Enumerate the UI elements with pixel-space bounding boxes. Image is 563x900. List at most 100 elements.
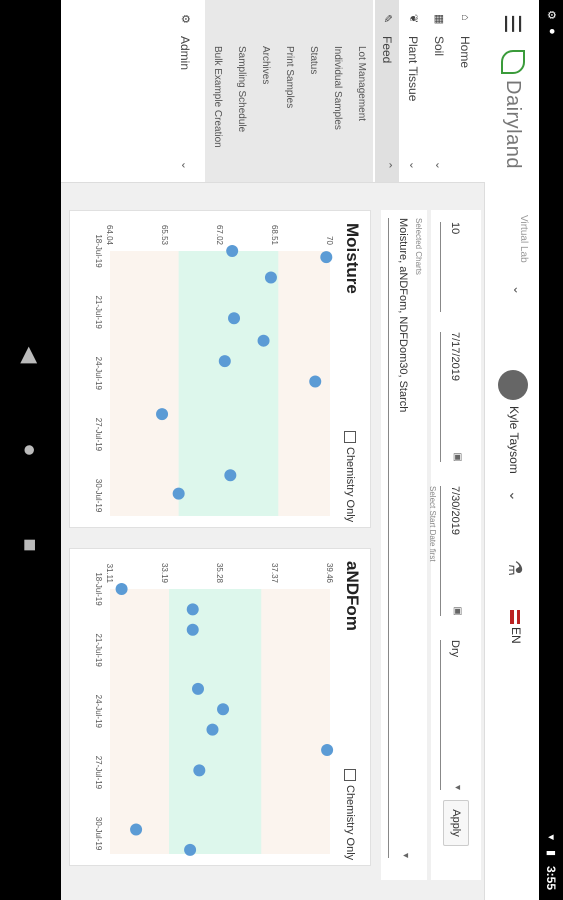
y-tick-label: 33.19 xyxy=(160,563,169,584)
count-field[interactable]: 10 xyxy=(440,222,475,312)
data-point xyxy=(217,703,230,716)
data-point xyxy=(257,334,270,347)
calendar-icon[interactable]: ▣ xyxy=(452,453,463,462)
rotated-screen-container: ⚙ ● ▾ ▮ 3:55 ☰ Dairyland Virtual Lab ⌄ K… xyxy=(0,0,563,900)
status-time: 3:55 xyxy=(544,865,558,890)
notification-status-icon: ● xyxy=(546,28,558,35)
chart-card-moisture: Moisture Chemistry Only 70 68.51 67.02 65.5… xyxy=(69,210,371,528)
selected-charts-label: Selected Charts xyxy=(414,218,423,275)
selected-charts-value: Moisture, aNDFom, NDFDom30, Starch xyxy=(397,218,409,413)
end-date-field[interactable]: 7/30/2019 ▣ Select Start Date first xyxy=(428,486,475,616)
status-bar: ⚙ ● ▾ ▮ 3:55 xyxy=(539,0,563,900)
menu-icon[interactable]: ☰ xyxy=(499,14,525,34)
sidebar-item-plant-tissue[interactable]: ❦ Plant Tissue ⌄ xyxy=(401,0,425,182)
data-point xyxy=(184,843,197,856)
recents-icon[interactable]: ■ xyxy=(17,530,43,560)
chemistry-only-label: Chemistry Only xyxy=(344,447,356,523)
selected-charts-panel: Selected Charts Moisture, aNDFom, NDFDom… xyxy=(381,210,427,880)
flask-icon[interactable]: ⚗ xyxy=(504,560,525,576)
filter-bar: 10 7/17/2019 ▣ 7/30/2019 ▣ Select Start … xyxy=(428,210,481,880)
chart-title: Moisture xyxy=(343,223,362,294)
checkbox-icon xyxy=(343,769,356,781)
chemistry-only-checkbox[interactable]: Chemistry Only xyxy=(343,769,356,860)
sidebar-subitem-archives[interactable]: Archives xyxy=(253,0,277,182)
user-name: Kyle Taysom xyxy=(507,406,521,474)
sidebar-item-feed[interactable]: ✎ Feed ⌃ xyxy=(375,0,399,182)
start-date-field[interactable]: 7/17/2019 ▣ xyxy=(440,332,475,462)
sidebar-item-label: Feed xyxy=(380,36,394,64)
language-code: EN xyxy=(509,627,523,644)
x-tick-label: 30-Jul-19 xyxy=(94,817,103,851)
y-tick-label: 37.37 xyxy=(270,563,279,584)
target-range-band xyxy=(169,589,262,854)
brand-name: Dairyland xyxy=(502,80,524,169)
sidebar-item-label: Admin xyxy=(178,36,192,71)
data-point xyxy=(321,744,334,757)
chemistry-only-checkbox[interactable]: Chemistry Only xyxy=(343,431,356,523)
data-point xyxy=(206,723,219,736)
sidebar-item-label: Plant Tissue xyxy=(406,36,420,102)
data-point xyxy=(224,469,237,482)
y-tick-label: 39.46 xyxy=(325,563,334,584)
chevron-down-icon: ⌄ xyxy=(179,160,191,170)
sidebar-item-label: Soil xyxy=(432,36,446,57)
data-point xyxy=(156,408,169,421)
y-tick-label: 65.53 xyxy=(160,225,169,246)
chevron-down-icon: ⌄ xyxy=(407,160,419,170)
date-hint: Select Start Date first xyxy=(428,486,437,562)
apply-button[interactable]: Apply xyxy=(443,800,469,846)
app-bar: ☰ Dairyland Virtual Lab ⌄ Kyle Taysom ⌄ … xyxy=(484,0,539,900)
data-point xyxy=(320,251,333,264)
chevron-down-icon: ⌄ xyxy=(507,490,523,502)
data-point xyxy=(226,245,239,257)
andfom-chart: 39.46 37.37 35.28 33.19 31.1118-Jul-19 21-Jul… xyxy=(94,563,334,856)
y-tick-label: 70 xyxy=(325,236,334,245)
sidebar-item-soil[interactable]: ▦ Soil ⌄ xyxy=(427,0,451,182)
x-tick-label: 30-Jul-19 xyxy=(94,479,103,513)
virtual-lab-menu[interactable]: Virtual Lab ⌄ xyxy=(511,215,529,295)
data-point xyxy=(193,764,206,777)
start-date-value: 7/17/2019 xyxy=(449,332,461,381)
data-point xyxy=(228,312,241,325)
basis-select[interactable]: Dry ▾ xyxy=(440,640,475,790)
dropdown-arrow-icon: ▾ xyxy=(400,852,411,858)
x-tick-label: 18-Jul-19 xyxy=(94,234,103,268)
moisture-chart: 70 68.51 67.02 65.53 64.0418-Jul-19 21-Jul-19… xyxy=(94,225,334,516)
gear-icon: ⚙ xyxy=(179,14,191,24)
calendar-icon[interactable]: ▣ xyxy=(452,607,463,616)
data-point xyxy=(186,623,199,636)
sidebar-subitem-sampling-schedule[interactable]: Sampling Schedule xyxy=(229,0,253,182)
feed-icon: ✎ xyxy=(381,14,393,24)
android-nav-bar: ◀ ● ■ xyxy=(0,0,61,900)
back-icon[interactable]: ◀ xyxy=(17,340,43,370)
avatar xyxy=(498,370,528,400)
data-point xyxy=(115,583,128,595)
count-value: 10 xyxy=(449,222,461,235)
sidebar-subitem-lot-management[interactable]: Lot Management xyxy=(349,0,373,182)
data-point xyxy=(130,823,143,836)
chevron-up-icon: ⌃ xyxy=(381,160,393,170)
selected-charts-select[interactable]: Selected Charts Moisture, aNDFom, NDFDom… xyxy=(388,218,423,858)
sidebar-item-admin[interactable]: ⚙ Admin ⌄ xyxy=(173,0,197,182)
data-point xyxy=(192,682,204,695)
home-icon: ⌂ xyxy=(459,14,471,21)
sidebar-subitem-print-samples[interactable]: Print Samples xyxy=(277,0,301,182)
y-tick-label: 31.11 xyxy=(105,564,114,584)
x-tick-label: 24-Jul-19 xyxy=(94,357,103,391)
x-tick-label: 27-Jul-19 xyxy=(94,756,103,790)
data-point xyxy=(309,375,322,388)
home-nav-icon[interactable]: ● xyxy=(17,435,43,465)
x-tick-label: 21-Jul-19 xyxy=(94,295,103,329)
basis-value: Dry xyxy=(449,640,461,658)
language-selector[interactable]: EN xyxy=(509,610,523,644)
sidebar-item-home[interactable]: ⌂ Home xyxy=(453,0,477,182)
brand-logo[interactable]: Dairyland xyxy=(493,50,529,176)
virtual-lab-label: Virtual Lab xyxy=(518,215,529,263)
sidebar-subitem-individual-samples[interactable]: Individual Samples xyxy=(325,0,349,182)
y-tick-label: 35.28 xyxy=(215,563,224,584)
y-tick-label: 68.51 xyxy=(270,225,279,246)
end-date-value: 7/30/2019 xyxy=(449,486,461,535)
user-menu[interactable]: Kyle Taysom ⌄ xyxy=(493,370,531,520)
sidebar-subitem-bulk-example-creation[interactable]: Bulk Example Creation xyxy=(205,0,229,182)
sidebar-subitem-status[interactable]: Status xyxy=(301,0,325,182)
